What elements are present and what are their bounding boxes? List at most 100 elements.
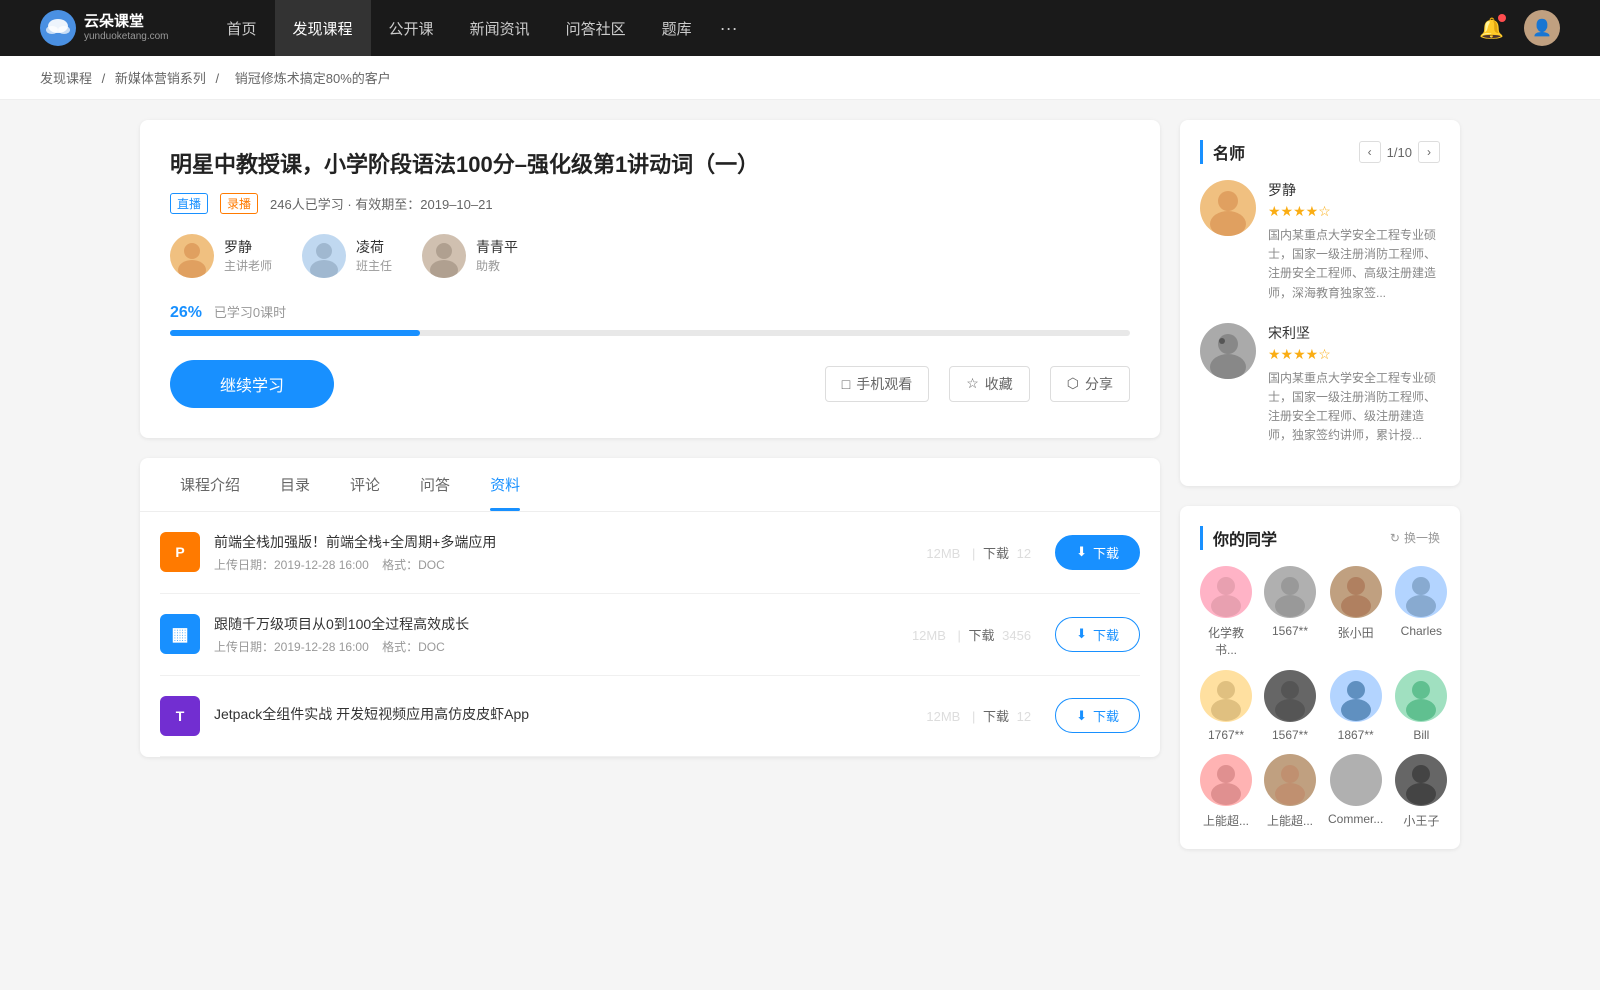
- classmate-0: 化学教书...: [1200, 566, 1252, 658]
- main-container: 明星中教授课，小学阶段语法100分–强化级第1讲动词（一） 直播 录播 246人…: [100, 100, 1500, 889]
- next-page-btn[interactable]: ›: [1418, 141, 1440, 163]
- teacher-2-info: 青青平 助教: [476, 237, 518, 274]
- classmate-4-avatar: [1200, 670, 1252, 722]
- course-card: 明星中教授课，小学阶段语法100分–强化级第1讲动词（一） 直播 录播 246人…: [140, 120, 1160, 438]
- nav-home[interactable]: 首页: [209, 0, 275, 56]
- nav-discover[interactable]: 发现课程: [275, 0, 371, 56]
- mobile-watch-button[interactable]: □ 手机观看: [825, 366, 929, 402]
- tab-materials[interactable]: 资料: [470, 458, 540, 511]
- file-format-1: 格式：DOC: [382, 640, 445, 654]
- prev-page-btn[interactable]: ‹: [1359, 141, 1381, 163]
- tab-review[interactable]: 评论: [330, 458, 400, 511]
- classmate-3-avatar: [1395, 566, 1447, 618]
- classmate-5: 1567**: [1264, 670, 1316, 742]
- file-icon-2: T: [160, 696, 200, 736]
- teacher-card-0-avatar: [1200, 180, 1256, 236]
- teacher-card-0-desc: 国内某重点大学安全工程专业硕士，国家一级注册消防工程师、注册安全工程师、高级注册…: [1268, 226, 1440, 303]
- classmate-2-name: 张小田: [1338, 624, 1374, 641]
- teacher-1-role: 班主任: [356, 257, 392, 274]
- classmate-2: 张小田: [1328, 566, 1383, 658]
- teacher-0-role: 主讲老师: [224, 257, 272, 274]
- tabs-section: 课程介绍 目录 评论 问答 资料 P 前端全栈加强版！前端全栈+全周期+多端应用…: [140, 458, 1160, 757]
- file-downloads-1: 3456: [1002, 628, 1031, 643]
- tag-recorded: 录播: [220, 193, 258, 214]
- course-title: 明星中教授课，小学阶段语法100分–强化级第1讲动词（一）: [170, 150, 1130, 181]
- teachers-card: 名师 ‹ 1/10 › 罗静: [1180, 120, 1460, 486]
- refresh-icon: ↻: [1390, 531, 1400, 545]
- file-info-2: Jetpack全组件实战 开发短视频应用高仿皮皮虾App: [214, 704, 922, 728]
- classmate-2-avatar: [1330, 566, 1382, 618]
- refresh-label: 换一换: [1404, 529, 1440, 546]
- refresh-button[interactable]: ↻ 换一换: [1390, 529, 1440, 546]
- file-item-1: ▦ 跟随千万级项目从0到100全过程高效成长 上传日期：2019-12-28 1…: [160, 594, 1140, 676]
- header: 云朵课堂 yunduoketang.com 首页 发现课程 公开课 新闻资讯 问…: [0, 0, 1600, 56]
- file-size-2: 12MB: [926, 709, 960, 724]
- classmate-7: Bill: [1395, 670, 1447, 742]
- nav-more[interactable]: ···: [710, 18, 748, 39]
- sep-1: |: [958, 628, 965, 643]
- nav-open[interactable]: 公开课: [371, 0, 452, 56]
- download-button-1[interactable]: ⬇ 下载: [1055, 617, 1140, 652]
- classmate-0-avatar: [1200, 566, 1252, 618]
- classmate-3: Charles: [1395, 566, 1447, 658]
- file-info-1: 跟随千万级项目从0到100全过程高效成长 上传日期：2019-12-28 16:…: [214, 614, 908, 655]
- share-button[interactable]: ⬡ 分享: [1050, 366, 1130, 402]
- teachers-card-title: 名师: [1200, 140, 1245, 164]
- notification-dot: [1498, 14, 1506, 22]
- classmate-8-avatar: [1200, 754, 1252, 806]
- teacher-0-avatar: [170, 234, 214, 278]
- logo-icon: [40, 10, 76, 46]
- teacher-1-info: 凌荷 班主任: [356, 237, 392, 274]
- download-icon-1: ⬇: [1076, 626, 1087, 642]
- course-info: 246人已学习 · 有效期至：2019–10–21: [270, 194, 493, 213]
- nav-news[interactable]: 新闻资讯: [452, 0, 548, 56]
- download-button-0[interactable]: ⬇ 下载: [1055, 535, 1140, 570]
- classmate-6: 1867**: [1328, 670, 1383, 742]
- continue-button[interactable]: 继续学习: [170, 360, 334, 408]
- file-item-2: T Jetpack全组件实战 开发短视频应用高仿皮皮虾App 12MB | 下载…: [160, 676, 1140, 757]
- breadcrumb-discover[interactable]: 发现课程: [40, 71, 92, 86]
- course-meta: 直播 录播 246人已学习 · 有效期至：2019–10–21: [170, 193, 1130, 214]
- tab-qa[interactable]: 问答: [400, 458, 470, 511]
- star-icon: ☆: [966, 375, 979, 392]
- breadcrumb-series[interactable]: 新媒体营销系列: [115, 71, 206, 86]
- classmate-3-name: Charles: [1401, 624, 1442, 638]
- file-meta-0: 上传日期：2019-12-28 16:00 格式：DOC: [214, 556, 922, 573]
- teacher-card-1: 宋利坚 ★★★★☆ 国内某重点大学安全工程专业硕士，国家一级注册消防工程师、注册…: [1200, 323, 1440, 446]
- file-format-0: 格式：DOC: [382, 558, 445, 572]
- collect-button[interactable]: ☆ 收藏: [949, 366, 1030, 402]
- teacher-card-0-stars: ★★★★☆: [1268, 203, 1440, 220]
- pagination: ‹ 1/10 ›: [1359, 141, 1440, 163]
- teacher-card-0: 罗静 ★★★★☆ 国内某重点大学安全工程专业硕士，国家一级注册消防工程师、注册安…: [1200, 180, 1440, 303]
- teacher-2-role: 助教: [476, 257, 518, 274]
- right-sidebar: 名师 ‹ 1/10 › 罗静: [1180, 120, 1460, 869]
- classmate-11-name: 小王子: [1403, 812, 1439, 829]
- download-label-1: 下载: [1093, 625, 1119, 644]
- nav-qa[interactable]: 问答社区: [548, 0, 644, 56]
- file-size-1: 12MB: [912, 628, 946, 643]
- mobile-label: 手机观看: [856, 374, 912, 394]
- download-icon-2: ⬇: [1076, 708, 1087, 724]
- file-date-1: 上传日期：2019-12-28 16:00: [214, 640, 369, 654]
- download-label-2: 下载: [1093, 706, 1119, 725]
- action-row: 继续学习 □ 手机观看 ☆ 收藏 ⬡ 分享: [170, 360, 1130, 408]
- sep-0: |: [972, 546, 979, 561]
- download-icon-0: ⬇: [1076, 544, 1087, 560]
- teacher-0-info: 罗静 主讲老师: [224, 237, 272, 274]
- download-button-2[interactable]: ⬇ 下载: [1055, 698, 1140, 733]
- tag-live: 直播: [170, 193, 208, 214]
- classmate-0-name: 化学教书...: [1200, 624, 1252, 658]
- classmate-1: 1567**: [1264, 566, 1316, 658]
- share-label: 分享: [1085, 374, 1113, 394]
- tab-intro[interactable]: 课程介绍: [160, 458, 260, 511]
- notification-button[interactable]: 🔔: [1479, 16, 1504, 41]
- tab-catalog[interactable]: 目录: [260, 458, 330, 511]
- file-list: P 前端全栈加强版！前端全栈+全周期+多端应用 上传日期：2019-12-28 …: [140, 512, 1160, 757]
- logo[interactable]: 云朵课堂 yunduoketang.com: [40, 10, 169, 46]
- classmates-grid: 化学教书... 1567** 张小田: [1200, 566, 1440, 829]
- teacher-card-1-avatar: [1200, 323, 1256, 379]
- nav-quiz[interactable]: 题库: [644, 0, 710, 56]
- user-avatar[interactable]: 👤: [1524, 10, 1560, 46]
- classmate-1-name: 1567**: [1272, 624, 1308, 638]
- logo-text: 云朵课堂 yunduoketang.com: [84, 13, 169, 43]
